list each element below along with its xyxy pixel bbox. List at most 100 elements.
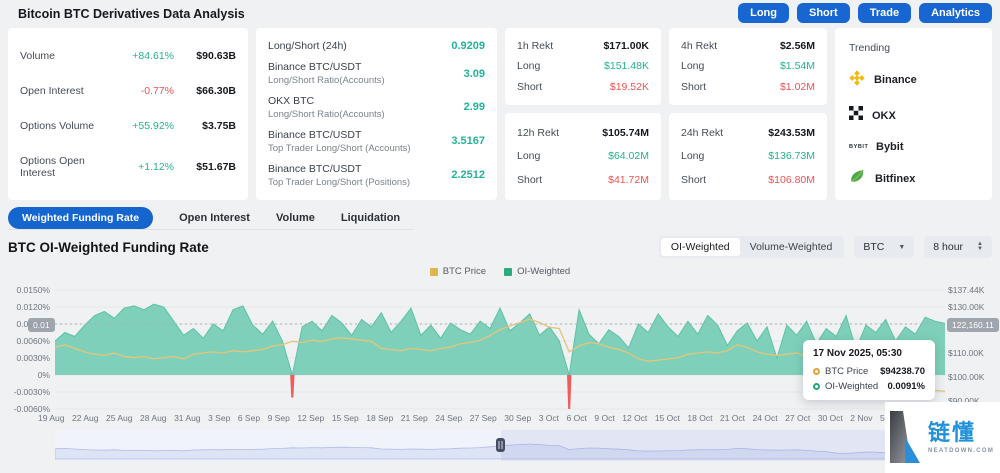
symbol-select[interactable]: BTC ▼ [854, 236, 914, 258]
weighting-toggle: OI-Weighted Volume-Weighted [659, 236, 844, 258]
ratio-label: Binance BTC/USDT [268, 163, 451, 175]
metric-change: +1.12% [116, 161, 174, 173]
x-axis-tick: 6 Oct [567, 413, 587, 423]
trending-item-label: OKX [872, 110, 896, 122]
rekt-long-label: Long [681, 150, 768, 162]
chart-tabs: Weighted Funding Rate Open Interest Volu… [8, 206, 414, 230]
y-right-tick: $100.00K [948, 372, 998, 382]
long-short-ratios-card: Long/Short (24h) 0.9209 Binance BTC/USDT… [256, 28, 497, 200]
x-axis-tick: 12 Oct [622, 413, 647, 423]
x-axis-tick: 6 Sep [238, 413, 260, 423]
interval-select-value: 8 hour [933, 241, 963, 253]
trending-item-binance[interactable]: Binance [849, 70, 978, 91]
volume-weighted-option[interactable]: Volume-Weighted [740, 238, 843, 256]
legend-label: BTC Price [443, 266, 486, 277]
trending-item-okx[interactable]: OKX [849, 106, 978, 125]
x-axis-tick: 27 Oct [785, 413, 810, 423]
tab-open-interest[interactable]: Open Interest [179, 212, 250, 224]
chart-legend: BTC Price OI-Weighted [0, 266, 1000, 277]
x-axis-tick: 21 Oct [720, 413, 745, 423]
y-left-tick: 0.0060% [2, 336, 50, 346]
rekt-card-24h: 24h Rekt$243.53M Long$136.73M Short$106.… [669, 113, 827, 200]
ratio-sublabel: Top Trader Long/Short (Accounts) [268, 143, 451, 154]
rekt-short-value: $106.80M [768, 174, 815, 186]
rekt-short-label: Short [681, 174, 768, 186]
ratio-sublabel: Long/Short Ratio(Accounts) [268, 75, 464, 86]
y-left-tick: 0.0150% [2, 285, 50, 295]
trending-item-label: Bitfinex [875, 173, 915, 185]
interval-select[interactable]: 8 hour ▲▼ [924, 236, 992, 258]
y-left-tick: 0% [2, 370, 50, 380]
analytics-button[interactable]: Analytics [919, 3, 992, 23]
metric-row-options-volume: Options Volume +55.92% $3.75B [20, 120, 236, 132]
chart-range-navigator[interactable] [55, 428, 945, 464]
tooltip-label: OI-Weighted [825, 381, 878, 392]
tab-liquidation[interactable]: Liquidation [341, 212, 400, 224]
bitfinex-icon [849, 168, 866, 190]
chart-tooltip: 17 Nov 2025, 05:30 BTC Price $94238.70 O… [803, 340, 935, 400]
rekt-long-label: Long [517, 60, 604, 72]
trade-button[interactable]: Trade [858, 3, 911, 23]
long-button[interactable]: Long [738, 3, 789, 23]
tooltip-value: 0.0091% [887, 381, 925, 392]
rekt-long-value: $136.73M [768, 150, 815, 162]
metric-label: Volume [20, 50, 116, 62]
x-axis-tick: 25 Aug [106, 413, 132, 423]
metric-row-volume: Volume +84.61% $90.63B [20, 50, 236, 62]
tab-volume[interactable]: Volume [276, 212, 315, 224]
x-axis-tick: 18 Oct [687, 413, 712, 423]
left-crosshair-badge: 0.01 [28, 318, 55, 332]
trending-card: Trending Binance OKX BYBIT Bybit Bitfine… [835, 28, 992, 200]
x-axis-tick: 30 Oct [818, 413, 843, 423]
market-metrics-card: Volume +84.61% $90.63B Open Interest -0.… [8, 28, 248, 200]
trending-item-label: Binance [874, 74, 917, 86]
x-axis-tick: 31 Aug [174, 413, 200, 423]
x-axis-tick: 27 Sep [470, 413, 497, 423]
ratio-value: 3.09 [464, 68, 485, 80]
x-axis-labels: 19 Aug22 Aug25 Aug28 Aug31 Aug3 Sep6 Sep… [38, 413, 966, 423]
tooltip-datetime: 17 Nov 2025, 05:30 [813, 348, 925, 359]
ratio-sublabel: Top Trader Long/Short (Positions) [268, 177, 451, 188]
rekt-long-value: $1.54M [780, 60, 815, 72]
tooltip-label: BTC Price [825, 366, 868, 377]
rekt-total: $105.74M [602, 127, 649, 139]
ratio-label: Binance BTC/USDT [268, 61, 464, 73]
ratio-value: 3.5167 [451, 135, 485, 147]
bybit-icon: BYBIT [849, 144, 867, 150]
ratio-label: Long/Short (24h) [268, 40, 451, 52]
rekt-short-label: Short [517, 174, 608, 186]
rekt-card-12h: 12h Rekt$105.74M Long$64.02M Short$41.72… [505, 113, 661, 200]
rekt-total: $2.56M [780, 40, 815, 52]
rekt-card-4h: 4h Rekt$2.56M Long$1.54M Short$1.02M [669, 28, 827, 105]
ratio-label: Binance BTC/USDT [268, 129, 451, 141]
ratio-row: Long/Short (24h) 0.9209 [268, 40, 485, 52]
x-axis-tick: 3 Oct [539, 413, 559, 423]
metric-label: Open Interest [20, 85, 116, 97]
chart-controls: OI-Weighted Volume-Weighted BTC ▼ 8 hour… [659, 236, 992, 258]
legend-btc-price[interactable]: BTC Price [430, 266, 486, 277]
metric-label: Options Volume [20, 120, 116, 132]
metric-change: +55.92% [116, 120, 174, 132]
rekt-short-value: $41.72M [608, 174, 649, 186]
x-axis-tick: 9 Oct [594, 413, 614, 423]
rekt-short-label: Short [517, 81, 610, 93]
ratio-value: 2.99 [464, 101, 485, 113]
trending-item-bybit[interactable]: BYBIT Bybit [849, 141, 978, 153]
oi-weighted-dot-icon [813, 383, 820, 390]
right-crosshair-badge: 122,160.11 [947, 318, 999, 332]
tooltip-value: $94238.70 [880, 366, 925, 377]
short-button[interactable]: Short [797, 3, 850, 23]
navigator-handle[interactable] [496, 438, 505, 452]
x-axis-tick: 3 Sep [208, 413, 230, 423]
ratio-value: 0.9209 [451, 40, 485, 52]
metric-value: $3.75B [174, 120, 236, 132]
ratio-row: OKX BTC Long/Short Ratio(Accounts) 2.99 [268, 95, 485, 120]
rekt-title: 4h Rekt [681, 40, 780, 52]
tab-weighted-funding-rate[interactable]: Weighted Funding Rate [8, 207, 153, 229]
ratio-row: Binance BTC/USDT Top Trader Long/Short (… [268, 163, 485, 188]
trending-item-bitfinex[interactable]: Bitfinex [849, 168, 978, 190]
y-left-tick: 0.0120% [2, 302, 50, 312]
y-right-tick: $110.00K [948, 348, 998, 358]
legend-oi-weighted[interactable]: OI-Weighted [504, 266, 570, 277]
oi-weighted-option[interactable]: OI-Weighted [661, 238, 740, 256]
